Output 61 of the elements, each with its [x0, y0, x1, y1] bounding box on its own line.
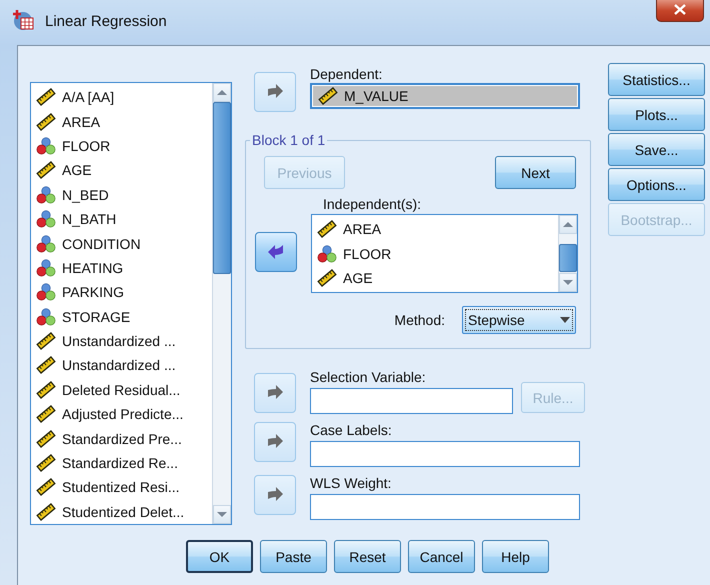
variable-item[interactable]: A/A [AA]	[31, 85, 212, 110]
dialog-button[interactable]: Help	[482, 540, 549, 573]
three-circles-icon	[36, 308, 56, 326]
independents-list[interactable]: AREA FLOOR AGE	[311, 214, 578, 293]
app-icon	[12, 9, 34, 31]
weight-field[interactable]	[310, 494, 580, 520]
field-label: Dependent:	[310, 66, 384, 83]
variable-item[interactable]: AGE	[312, 266, 558, 290]
variable-item[interactable]: FLOOR	[31, 134, 212, 158]
dialog-button[interactable]: Reset	[334, 540, 401, 573]
variable-item[interactable]: Standardized Re...	[31, 450, 212, 476]
variable-item[interactable]: CONDITION	[31, 231, 212, 256]
variable-item[interactable]: Adjusted Predicte...	[31, 402, 212, 426]
next-button[interactable]: Next	[495, 156, 576, 189]
caret-icon	[560, 317, 570, 323]
variable-item[interactable]: AREA	[312, 217, 558, 242]
case-labels-field[interactable]	[310, 441, 580, 467]
close-icon	[674, 4, 686, 15]
variable-list[interactable]	[30, 82, 232, 525]
field-label: Selection Variable:	[310, 369, 427, 386]
field-label: WLS Weight:	[310, 475, 392, 492]
group-title: Block 1 of 1	[251, 132, 326, 148]
variable-item[interactable]: AREA	[31, 109, 212, 134]
three-circles-icon	[36, 186, 56, 204]
dialog-button[interactable]: Save...	[608, 133, 705, 166]
dialog-button[interactable]: Paste	[260, 540, 327, 573]
three-circles-icon	[36, 136, 56, 155]
dialog-button[interactable]: Options...	[608, 168, 705, 201]
scrollbar[interactable]	[212, 83, 231, 524]
method-dropdown[interactable]: Stepwise	[462, 306, 576, 334]
variable-item[interactable]: Deleted Residual...	[31, 378, 212, 402]
dialog-button[interactable]: Cancel	[408, 540, 475, 573]
dependent-field[interactable]: M_VALUE	[310, 83, 580, 109]
three-circles-icon	[36, 258, 56, 277]
variable-item[interactable]: Studentized Resi...	[31, 475, 212, 500]
variable-item[interactable]: N_BATH	[31, 206, 212, 232]
three-circles-icon	[36, 234, 56, 253]
window-title: Linear Regression	[45, 13, 167, 30]
dialog-button[interactable]: Plots...	[608, 98, 705, 131]
variable-item[interactable]: Unstandardized ...	[31, 353, 212, 378]
variable-item[interactable]: FLOOR	[312, 241, 558, 266]
close-button[interactable]	[656, 0, 704, 22]
variable-item[interactable]: HEATING	[31, 256, 212, 280]
variable-item[interactable]: PARKING	[31, 280, 212, 305]
field-label: Independent(s):	[322, 196, 422, 214]
scrollbar[interactable]	[558, 215, 577, 292]
variable-item[interactable]: Standardized Pre...	[31, 426, 212, 451]
three-circles-icon	[36, 210, 56, 228]
selection-field[interactable]	[310, 388, 513, 414]
variable-item[interactable]: AGE	[31, 158, 212, 183]
variable-item[interactable]: Unstandardized ...	[31, 328, 212, 354]
three-circles-icon	[317, 244, 337, 263]
three-circles-icon	[36, 283, 56, 302]
variable-item[interactable]: STORAGE	[31, 304, 212, 329]
variable-item[interactable]: N_BED	[31, 182, 212, 207]
dialog-button[interactable]: OK	[186, 540, 253, 573]
move-arrow-button[interactable]	[255, 232, 297, 272]
variable-item[interactable]: Studentized Delet...	[31, 500, 212, 524]
dialog-button[interactable]: Statistics...	[608, 63, 705, 96]
field-label: Case Labels:	[310, 422, 393, 439]
field-label: Method:	[394, 312, 445, 328]
